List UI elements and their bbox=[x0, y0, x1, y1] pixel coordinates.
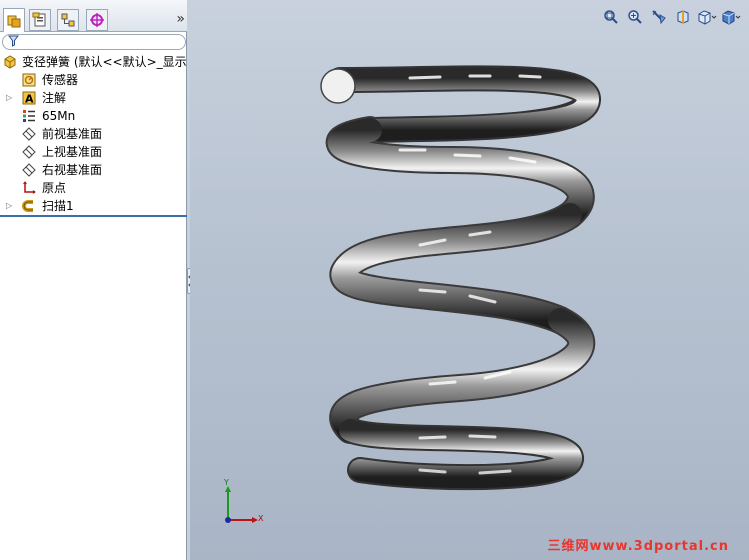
triad: Y X bbox=[218, 478, 268, 530]
feature-manager-panel: » 变径弹簧 (默认<<默认>_显示状态 传感器 ▷ A 注解 bbox=[0, 0, 187, 560]
tree-node-label: 前视基准面 bbox=[42, 127, 103, 141]
expand-icon[interactable]: ▷ bbox=[6, 197, 12, 215]
expand-icon[interactable]: ▷ bbox=[6, 89, 12, 107]
plane-icon bbox=[22, 145, 36, 159]
tree-node-front-plane[interactable]: 前视基准面 bbox=[0, 125, 187, 143]
tree-filter-field[interactable] bbox=[2, 34, 186, 50]
tree-node-origin[interactable]: 原点 bbox=[0, 179, 187, 197]
tree-node-label: 扫描1 bbox=[42, 199, 74, 213]
spring-model[interactable] bbox=[190, 0, 749, 560]
tree-node-label: 注解 bbox=[42, 91, 67, 105]
plane-icon bbox=[22, 163, 36, 177]
tree-node-label: 65Mn bbox=[42, 109, 76, 123]
dimxpert-icon bbox=[90, 13, 104, 27]
annotation-icon: A bbox=[22, 91, 36, 105]
tree-node-sensors[interactable]: 传感器 bbox=[0, 71, 187, 89]
svg-text:A: A bbox=[25, 93, 34, 106]
sensor-icon bbox=[22, 73, 36, 87]
tree-node-part[interactable]: 变径弹簧 (默认<<默认>_显示状态 bbox=[0, 53, 187, 71]
origin-icon bbox=[22, 181, 36, 195]
tree-node-label: 变径弹簧 (默认<<默认>_显示状态 bbox=[22, 55, 187, 69]
y-axis-label: Y bbox=[224, 478, 229, 487]
filter-icon bbox=[7, 35, 20, 50]
tree-node-label: 右视基准面 bbox=[42, 163, 103, 177]
tree-node-label: 原点 bbox=[42, 181, 67, 195]
watermark: 三维网www.3dportal.cn bbox=[547, 539, 729, 554]
sweep-icon bbox=[22, 199, 36, 213]
tree-node-label: 传感器 bbox=[42, 73, 79, 87]
tree-node-label: 上视基准面 bbox=[42, 145, 103, 159]
tree-node-annotations[interactable]: ▷ A 注解 bbox=[0, 89, 187, 107]
tab-propertymanager[interactable] bbox=[29, 9, 51, 31]
tree-node-top-plane[interactable]: 上视基准面 bbox=[0, 143, 187, 161]
tree-divider bbox=[0, 215, 187, 217]
plane-icon bbox=[22, 127, 36, 141]
tab-configurationmanager[interactable] bbox=[57, 9, 79, 31]
tree-node-material[interactable]: 65Mn bbox=[0, 107, 187, 125]
tree-node-right-plane[interactable]: 右视基准面 bbox=[0, 161, 187, 179]
material-icon bbox=[22, 109, 36, 123]
tab-dimxpertmanager[interactable] bbox=[86, 9, 108, 31]
panel-tab-bar: » bbox=[0, 0, 187, 32]
part-icon bbox=[3, 55, 17, 69]
feature-tree: 变径弹簧 (默认<<默认>_显示状态 传感器 ▷ A 注解 65Mn 前视基 bbox=[0, 53, 187, 215]
collapse-panel-button[interactable]: » bbox=[176, 11, 184, 27]
tree-node-sweep[interactable]: ▷ 扫描1 bbox=[0, 197, 187, 215]
property-manager-icon bbox=[32, 12, 46, 27]
graphics-viewport[interactable]: Y X 三维网www.3dportal.cn bbox=[190, 0, 749, 560]
feature-tree-icon bbox=[7, 15, 21, 27]
configuration-manager-icon bbox=[61, 13, 75, 27]
x-axis-label: X bbox=[258, 514, 264, 523]
tab-featuremanager[interactable] bbox=[3, 8, 25, 32]
spring-end-cap bbox=[320, 68, 356, 104]
